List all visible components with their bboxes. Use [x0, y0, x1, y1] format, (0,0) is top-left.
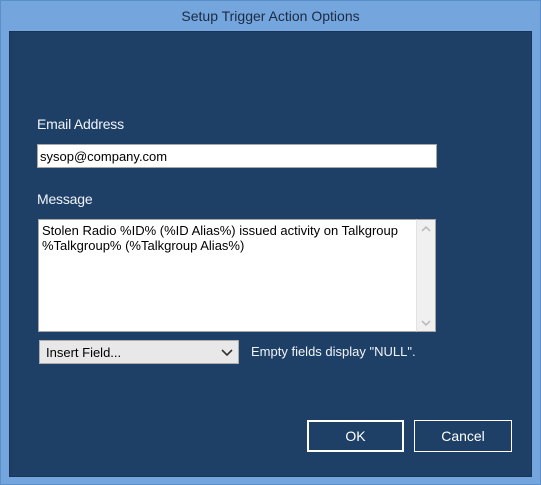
chevron-down-icon [221, 349, 233, 357]
window-title: Setup Trigger Action Options [181, 8, 360, 24]
email-field[interactable] [37, 144, 437, 168]
message-label: Message [37, 191, 93, 207]
message-scrollbar[interactable] [416, 219, 436, 332]
email-label: Email Address [37, 116, 124, 132]
dialog-window: Setup Trigger Action Options Email Addre… [0, 0, 541, 485]
title-bar[interactable]: Setup Trigger Action Options [1, 1, 540, 31]
dialog-content: Email Address Message Stolen Radio %ID% … [9, 31, 532, 477]
scroll-down-button[interactable] [417, 314, 435, 331]
ok-button[interactable]: OK [307, 420, 404, 452]
null-hint-text: Empty fields display "NULL". [251, 344, 416, 359]
chevron-down-icon [421, 320, 431, 326]
insert-field-value: Insert Field... [46, 344, 122, 360]
chevron-up-icon [421, 225, 431, 231]
scroll-up-button[interactable] [417, 220, 435, 237]
insert-field-dropdown[interactable]: Insert Field... [39, 340, 239, 364]
message-textarea[interactable]: Stolen Radio %ID% (%ID Alias%) issued ac… [38, 219, 416, 332]
cancel-button[interactable]: Cancel [414, 420, 512, 452]
